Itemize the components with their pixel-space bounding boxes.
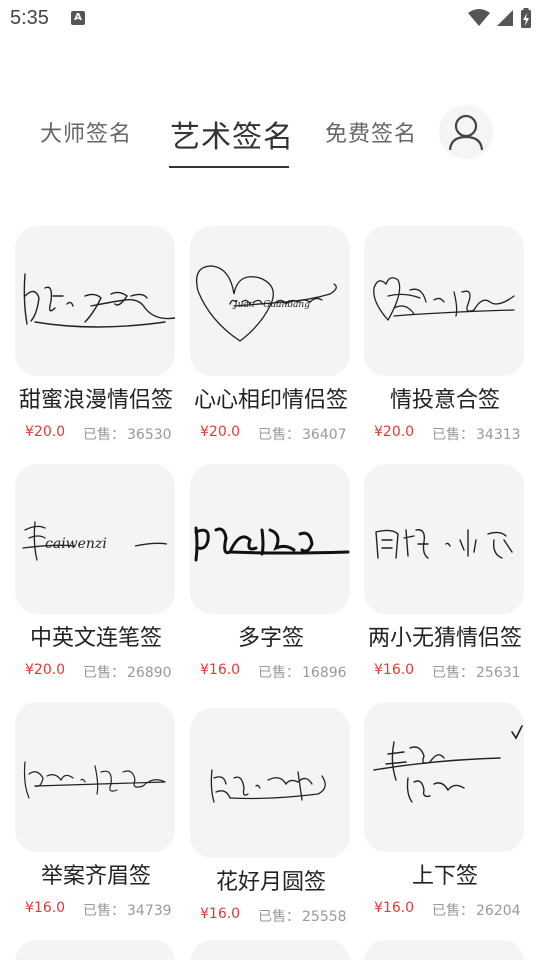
user-profile-button[interactable] bbox=[441, 107, 491, 157]
status-icons bbox=[468, 6, 532, 30]
product-title: 甜蜜浪漫情侣签 bbox=[18, 388, 173, 413]
product-title: 上下签 bbox=[411, 864, 478, 889]
product-meta: ¥16.0 已售： 26204 bbox=[364, 900, 526, 920]
sold-label: 已售： bbox=[83, 665, 125, 681]
status-bar: 5:35 A bbox=[0, 0, 540, 38]
signature-thumbnail bbox=[15, 226, 175, 376]
svg-text:Juan · Guanbang: Juan · Guanbang bbox=[232, 300, 310, 310]
sold-value: 26890 bbox=[127, 665, 172, 681]
product-title: 举案齐眉签 bbox=[40, 864, 151, 889]
status-time: 5:35 bbox=[10, 7, 49, 29]
product-price: ¥20.0 bbox=[374, 424, 415, 440]
product-card[interactable]: Juan · Guanbang 心心相印情侣签 ¥20.0 已售： 36407 bbox=[190, 226, 352, 444]
sold-label: 已售： bbox=[258, 665, 300, 681]
signature-thumbnail bbox=[190, 708, 350, 858]
product-meta: ¥20.0 已售： 26890 bbox=[15, 662, 177, 682]
signal-icon bbox=[497, 10, 513, 26]
tab-master-signature[interactable]: 大师签名 bbox=[40, 116, 132, 148]
signature-thumbnail bbox=[190, 464, 350, 614]
sold-value: 25631 bbox=[476, 665, 521, 681]
product-price: ¥20.0 bbox=[25, 424, 66, 440]
product-title: 多字签 bbox=[237, 626, 304, 651]
product-title: 两小无猜情侣签 bbox=[367, 626, 522, 651]
sold-value: 34313 bbox=[476, 427, 521, 443]
signature-thumbnail bbox=[364, 464, 524, 614]
product-sold-count: 已售： 34739 bbox=[83, 900, 172, 920]
product-sold-count: 已售： 34313 bbox=[432, 424, 521, 444]
wifi-icon bbox=[468, 9, 490, 26]
sold-label: 已售： bbox=[432, 903, 474, 919]
product-meta: ¥16.0 已售： 16896 bbox=[190, 662, 352, 682]
product-card-partial[interactable] bbox=[364, 940, 524, 960]
product-price: ¥20.0 bbox=[200, 424, 241, 440]
product-sold-count: 已售： 26890 bbox=[83, 662, 172, 682]
signature-thumbnail bbox=[364, 226, 524, 376]
sold-value: 26204 bbox=[476, 903, 521, 919]
tab-free-signature[interactable]: 免费签名 bbox=[325, 116, 417, 148]
tab-art-signature[interactable]: 艺术签名 bbox=[170, 112, 294, 156]
active-tab-indicator bbox=[169, 166, 289, 168]
product-title: 花好月圆签 bbox=[215, 870, 326, 895]
product-price: ¥16.0 bbox=[374, 662, 415, 678]
user-icon bbox=[448, 114, 484, 151]
sold-value: 25558 bbox=[302, 909, 347, 925]
product-sold-count: 已售： 36530 bbox=[83, 424, 172, 444]
product-card[interactable]: caiwenzi 中英文连笔签 ¥20.0 已售： 26890 bbox=[15, 464, 177, 682]
product-meta: ¥16.0 已售： 34739 bbox=[15, 900, 177, 920]
product-price: ¥16.0 bbox=[200, 662, 241, 678]
sold-value: 34739 bbox=[127, 903, 172, 919]
product-card-partial[interactable] bbox=[190, 940, 350, 960]
product-card[interactable]: 举案齐眉签 ¥16.0 已售： 34739 bbox=[15, 702, 177, 920]
category-tabs: 大师签名 艺术签名 免费签名 bbox=[0, 100, 540, 170]
notification-icon: A bbox=[71, 11, 85, 25]
product-card[interactable]: 上下签 ¥16.0 已售： 26204 bbox=[364, 702, 526, 920]
product-card-partial[interactable] bbox=[15, 940, 175, 960]
product-price: ¥16.0 bbox=[25, 900, 66, 916]
product-sold-count: 已售： 25631 bbox=[432, 662, 521, 682]
product-sold-count: 已售： 26204 bbox=[432, 900, 521, 920]
sold-label: 已售： bbox=[258, 427, 300, 443]
sold-label: 已售： bbox=[258, 909, 300, 925]
signature-thumbnail bbox=[364, 702, 524, 852]
product-price: ¥16.0 bbox=[374, 900, 415, 916]
sold-value: 16896 bbox=[302, 665, 347, 681]
product-meta: ¥20.0 已售： 36407 bbox=[190, 424, 352, 444]
product-sold-count: 已售： 36407 bbox=[258, 424, 347, 444]
product-meta: ¥20.0 已售： 36530 bbox=[15, 424, 177, 444]
signature-thumbnail: Juan · Guanbang bbox=[190, 226, 350, 376]
sold-label: 已售： bbox=[432, 665, 474, 681]
battery-charging-icon bbox=[521, 8, 531, 28]
signature-thumbnail: caiwenzi bbox=[15, 464, 175, 614]
product-sold-count: 已售： 16896 bbox=[258, 662, 347, 682]
product-card[interactable]: 花好月圆签 ¥16.0 已售： 25558 bbox=[190, 708, 352, 926]
sold-label: 已售： bbox=[432, 427, 474, 443]
product-meta: ¥20.0 已售： 34313 bbox=[364, 424, 526, 444]
svg-text:caiwenzi: caiwenzi bbox=[45, 536, 107, 552]
product-card[interactable]: 多字签 ¥16.0 已售： 16896 bbox=[190, 464, 352, 682]
product-title: 心心相印情侣签 bbox=[193, 388, 348, 413]
product-card[interactable]: 两小无猜情侣签 ¥16.0 已售： 25631 bbox=[364, 464, 526, 682]
product-card[interactable]: 情投意合签 ¥20.0 已售： 34313 bbox=[364, 226, 526, 444]
product-price: ¥16.0 bbox=[200, 906, 241, 922]
product-price: ¥20.0 bbox=[25, 662, 66, 678]
product-title: 中英文连笔签 bbox=[29, 626, 162, 651]
product-sold-count: 已售： 25558 bbox=[258, 906, 347, 926]
product-title: 情投意合签 bbox=[389, 388, 500, 413]
product-meta: ¥16.0 已售： 25631 bbox=[364, 662, 526, 682]
product-card[interactable]: 甜蜜浪漫情侣签 ¥20.0 已售： 36530 bbox=[15, 226, 177, 444]
sold-value: 36530 bbox=[127, 427, 172, 443]
product-meta: ¥16.0 已售： 25558 bbox=[190, 906, 352, 926]
sold-value: 36407 bbox=[302, 427, 347, 443]
sold-label: 已售： bbox=[83, 427, 125, 443]
signature-thumbnail bbox=[15, 702, 175, 852]
app-screen: 5:35 A 大师签名 艺术签名 免费签名 甜蜜浪漫情侣签 ¥20.0 已售： … bbox=[0, 0, 540, 960]
sold-label: 已售： bbox=[83, 903, 125, 919]
